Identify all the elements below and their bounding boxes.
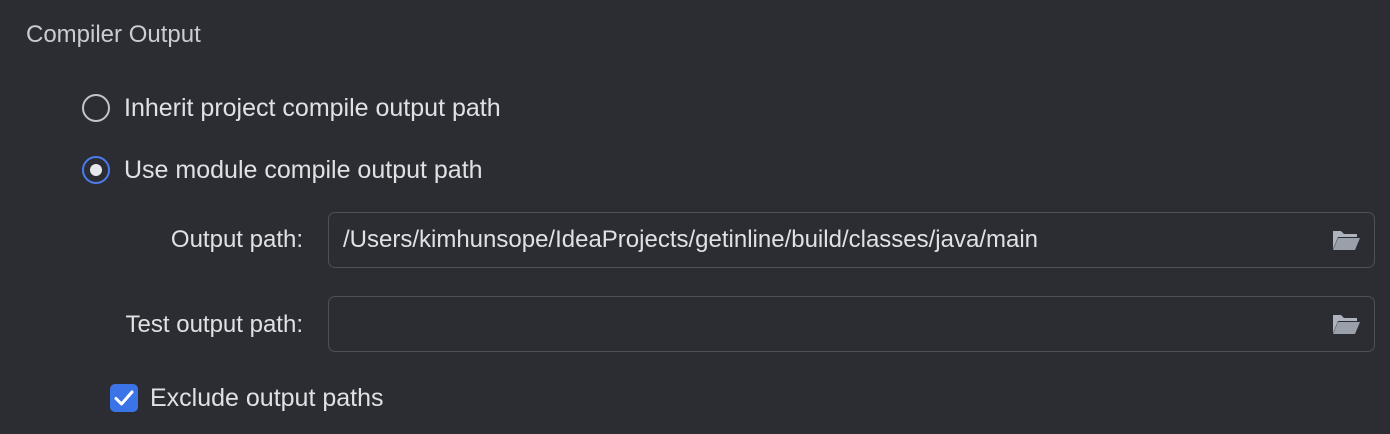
output-path-input[interactable] [329,213,1324,267]
exclude-checkbox[interactable] [110,384,138,412]
test-output-path-field [328,296,1375,352]
test-output-path-label: Test output path: [125,311,303,338]
folder-open-icon [1333,231,1360,250]
inherit-radio-button[interactable] [82,94,110,122]
exclude-option-label: Exclude output paths [150,384,384,412]
checkmark-icon [114,390,134,406]
module-radio-button[interactable] [82,156,110,184]
test-output-path-input[interactable] [329,297,1324,351]
output-path-label: Output path: [170,226,303,253]
exclude-output-paths-option[interactable]: Exclude output paths [110,382,384,414]
module-option-label: Use module compile output path [124,156,483,184]
inherit-option-label: Inherit project compile output path [124,94,501,122]
inherit-output-path-option[interactable]: Inherit project compile output path [82,91,501,125]
folder-open-icon [1333,315,1360,334]
section-title: Compiler Output [26,21,201,48]
module-output-path-option[interactable]: Use module compile output path [82,153,483,187]
output-path-field [328,212,1375,268]
output-path-browse-button[interactable] [1324,218,1368,262]
test-output-path-browse-button[interactable] [1324,302,1368,346]
